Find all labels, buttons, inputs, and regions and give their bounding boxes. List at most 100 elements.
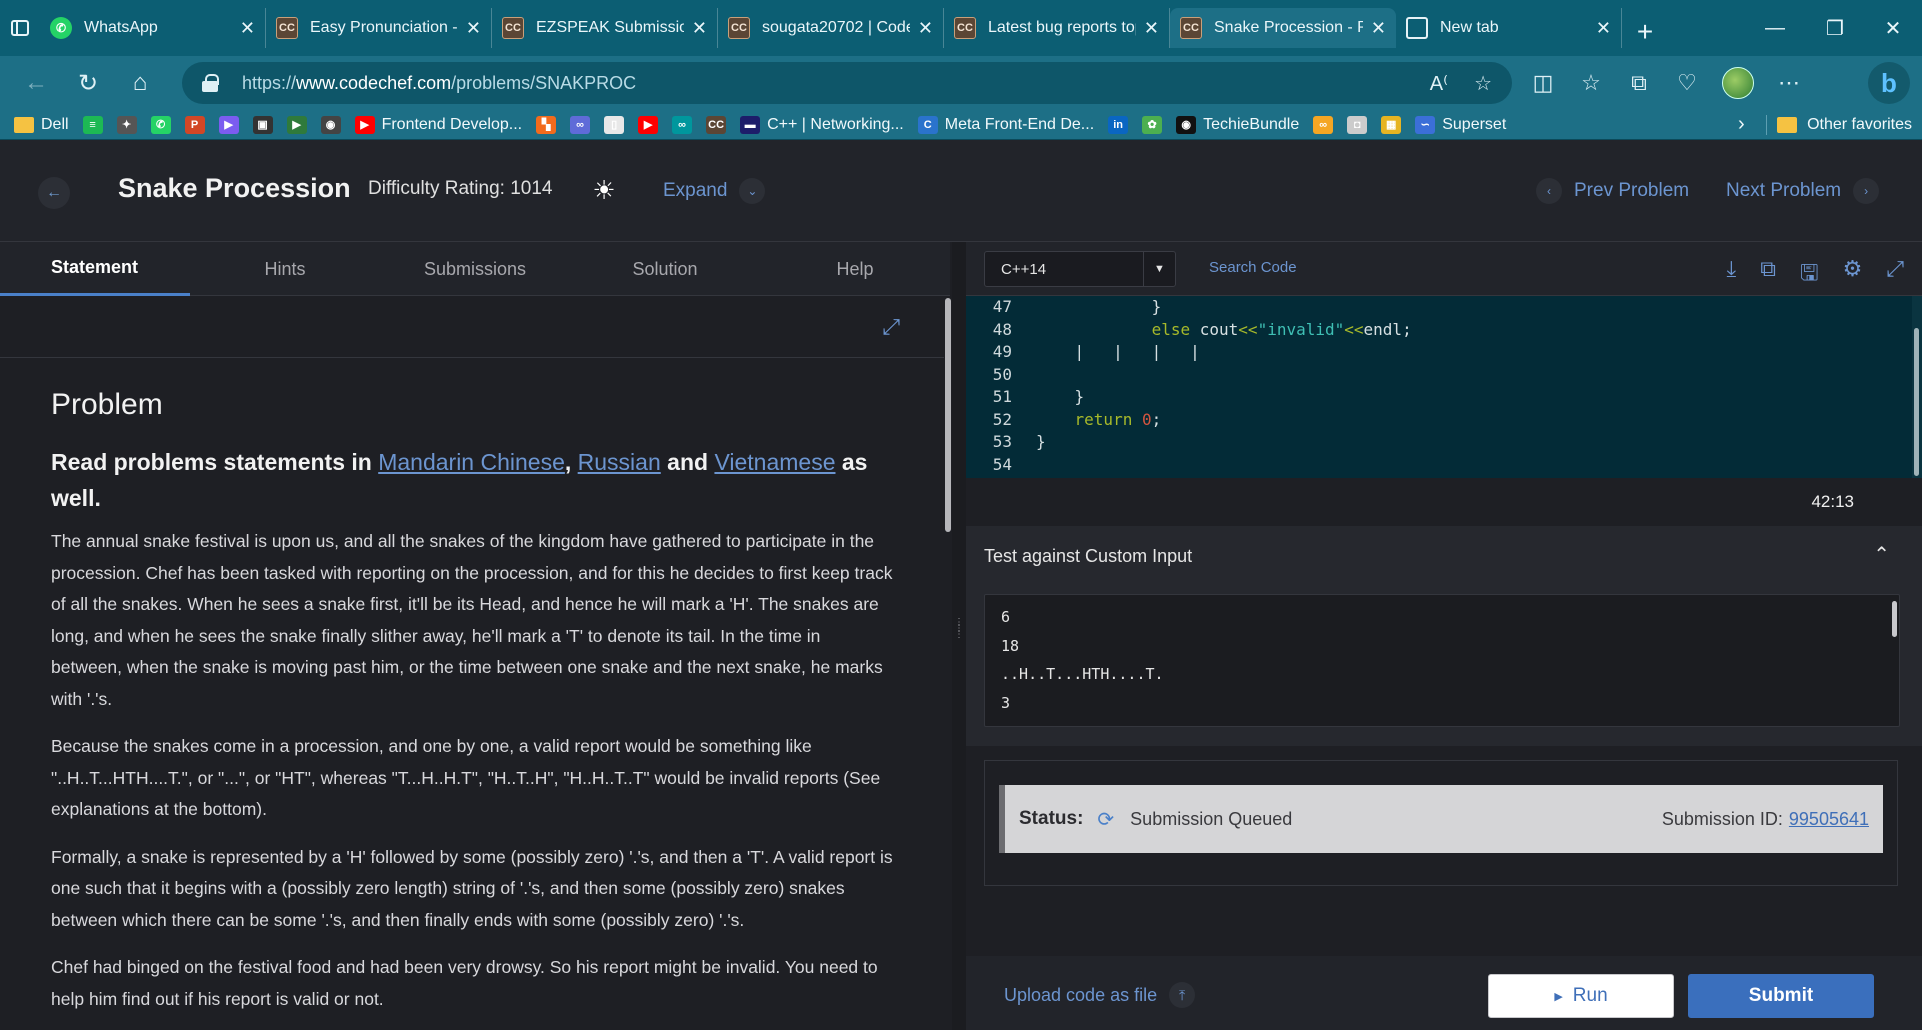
bookmark-item[interactable]: C Meta Front-End De... xyxy=(917,115,1094,134)
bookmark-item[interactable]: ◉ xyxy=(320,115,341,134)
close-tab-icon[interactable]: ✕ xyxy=(466,18,481,39)
app-icon: ◉ xyxy=(1176,115,1197,134)
browser-tab[interactable]: CC Latest bug reports top ✕ xyxy=(944,8,1170,48)
bookmark-item[interactable]: in xyxy=(1108,115,1129,134)
statement-scrollbar[interactable] xyxy=(944,296,952,1030)
close-tab-icon[interactable]: ✕ xyxy=(692,18,707,39)
close-tab-icon[interactable]: ✕ xyxy=(1144,18,1159,39)
browser-tab[interactable]: ✆ WhatsApp ✕ xyxy=(40,8,266,48)
tab-submissions[interactable]: Submissions xyxy=(380,242,570,296)
bookmark-item[interactable]: ▣ xyxy=(252,115,273,134)
fullscreen-icon[interactable]: ⤢ xyxy=(1886,256,1904,294)
submission-id: Submission ID: 99505641 xyxy=(1661,808,1869,829)
back-arrow-icon[interactable]: ← xyxy=(38,177,70,209)
close-tab-icon[interactable]: ✕ xyxy=(240,18,255,39)
save-icon[interactable]: 🖫 xyxy=(1800,256,1819,294)
reset-code-icon[interactable]: ⧉ xyxy=(1760,256,1776,294)
bookmark-item[interactable]: ◘ xyxy=(1347,115,1368,134)
custom-input-textarea[interactable]: 6 18 ..H..T...HTH....T. 3 xyxy=(984,594,1900,727)
bookmark-item[interactable]: ▦ xyxy=(1381,115,1402,134)
mandarin-link[interactable]: Mandarin Chinese xyxy=(378,449,565,475)
bookmark-item[interactable]: ∞ xyxy=(570,115,591,134)
vietnamese-link[interactable]: Vietnamese xyxy=(714,449,835,475)
url-bar[interactable]: https://www.codechef.com/problems/SNAKPR… xyxy=(182,62,1512,104)
restore-button[interactable]: ❐ xyxy=(1806,0,1864,56)
close-tab-icon[interactable]: ✕ xyxy=(1596,18,1611,39)
download-icon[interactable]: ⤓ xyxy=(1726,256,1736,294)
bookmark-item[interactable]: ✦ xyxy=(116,115,137,134)
tab-statement[interactable]: Statement xyxy=(0,242,190,296)
drag-handle-icon[interactable]: ⋮ ⋮ ⋮ xyxy=(954,618,964,662)
bookmark-item[interactable]: ▚ xyxy=(536,115,557,134)
tab-hints[interactable]: Hints xyxy=(190,242,380,296)
copilot-icon[interactable]: b xyxy=(1868,62,1910,104)
tab-actions-button[interactable] xyxy=(0,0,40,56)
favorite-star-icon[interactable]: ☆ xyxy=(1474,71,1492,96)
prev-problem-button[interactable]: ‹ Prev Problem xyxy=(1536,178,1689,204)
bookmark-item[interactable]: ◉ TechieBundle xyxy=(1176,115,1299,134)
code-token: } xyxy=(1036,297,1162,316)
new-tab-button[interactable]: + xyxy=(1622,12,1668,52)
settings-gear-icon[interactable]: ⚙ xyxy=(1843,256,1863,294)
bookmark-item[interactable]: ▬ C++ | Networking... xyxy=(740,115,904,134)
more-options-icon[interactable]: ⋯ xyxy=(1776,70,1802,96)
bookmark-item[interactable]: ▶ xyxy=(218,115,239,134)
theme-toggle-sun-icon[interactable]: ☀ xyxy=(590,175,618,205)
bookmark-item[interactable]: ∞ xyxy=(1313,115,1334,134)
browser-tab[interactable]: CC EZSPEAK Submissions ✕ xyxy=(492,8,718,48)
bookmark-item[interactable]: CC xyxy=(706,115,727,134)
russian-link[interactable]: Russian xyxy=(578,449,661,475)
bookmark-item[interactable]: ✆ xyxy=(150,115,171,134)
chevron-up-icon[interactable]: ⌃ xyxy=(1873,542,1890,567)
close-window-button[interactable]: ✕ xyxy=(1864,0,1922,56)
upload-code-button[interactable]: Upload code as file ⤒ xyxy=(1004,982,1196,1008)
submit-button[interactable]: Submit xyxy=(1688,974,1874,1018)
bookmark-item[interactable]: ▶ xyxy=(638,115,659,134)
expand-button[interactable]: Expand ⌄ xyxy=(663,178,766,204)
bookmarks-overflow-chevron-icon[interactable]: › xyxy=(1738,113,1745,136)
run-button[interactable]: ▶ Run xyxy=(1488,974,1674,1018)
browser-tab[interactable]: CC sougata20702 | CodeC ✕ xyxy=(718,8,944,48)
browser-tab[interactable]: CC Easy Pronunciation - F ✕ xyxy=(266,8,492,48)
submission-id-link[interactable]: 99505641 xyxy=(1789,809,1869,829)
read-aloud-icon[interactable]: A⁽ xyxy=(1430,71,1448,96)
tab-solution[interactable]: Solution xyxy=(570,242,760,296)
next-problem-button[interactable]: Next Problem › xyxy=(1726,178,1880,204)
language-select[interactable]: C++14 ▼ xyxy=(984,251,1176,287)
bookmark-item[interactable]: P xyxy=(184,115,205,134)
fullscreen-expand-icon[interactable]: ⤢ xyxy=(882,314,900,340)
bookmark-item[interactable]: ▯ xyxy=(604,115,625,134)
browser-tab[interactable]: New tab ✕ xyxy=(1396,8,1622,48)
minimize-button[interactable]: — xyxy=(1746,0,1804,56)
app-icon: ∞ xyxy=(570,115,591,134)
status-text: Submission Queued xyxy=(1130,808,1293,829)
input-scrollbar[interactable] xyxy=(1892,601,1897,637)
editor-scrollbar[interactable] xyxy=(1912,296,1922,478)
refresh-icon[interactable]: ↻ xyxy=(62,56,114,110)
collections-icon[interactable]: ⧉ xyxy=(1626,70,1652,96)
custom-input-title: Test against Custom Input xyxy=(984,546,1193,566)
close-tab-icon[interactable]: ✕ xyxy=(918,18,933,39)
statement-paragraph: Formally, a snake is represented by a 'H… xyxy=(51,846,893,930)
search-code-input[interactable]: Search Code xyxy=(1209,259,1297,276)
home-icon[interactable]: ⌂ xyxy=(114,56,166,110)
split-screen-icon[interactable]: ◫ xyxy=(1530,70,1556,96)
bookmark-item[interactable]: ∽ Superset xyxy=(1415,115,1506,134)
other-favorites-link[interactable]: Other favorites xyxy=(1807,116,1912,134)
browser-tab[interactable]: CC Snake Procession - Pr ✕ xyxy=(1170,8,1396,48)
custom-input-header[interactable]: Test against Custom Input ⌃ xyxy=(966,526,1922,584)
custom-input-line: ..H..T...HTH....T. xyxy=(1001,665,1164,683)
bookmark-item[interactable]: ∞ xyxy=(672,115,693,134)
close-tab-icon[interactable]: ✕ xyxy=(1371,18,1386,39)
bookmark-item[interactable]: ✿ xyxy=(1142,115,1163,134)
profile-avatar[interactable] xyxy=(1722,67,1754,99)
code-editor[interactable]: 47 } 48 else cout<<"invalid"<<endl; 49 | |… xyxy=(966,296,1912,478)
back-icon[interactable]: ← xyxy=(10,56,62,110)
bookmark-item[interactable]: ▶ xyxy=(286,115,307,134)
favorites-icon[interactable]: ☆ xyxy=(1578,70,1604,96)
bookmark-item[interactable]: Dell xyxy=(14,116,69,134)
bookmark-item[interactable]: ▶ Frontend Develop... xyxy=(354,115,522,134)
bookmark-item[interactable]: ≡ xyxy=(82,115,103,134)
browser-essentials-icon[interactable]: ♡ xyxy=(1674,70,1700,96)
tab-help[interactable]: Help xyxy=(760,242,950,296)
